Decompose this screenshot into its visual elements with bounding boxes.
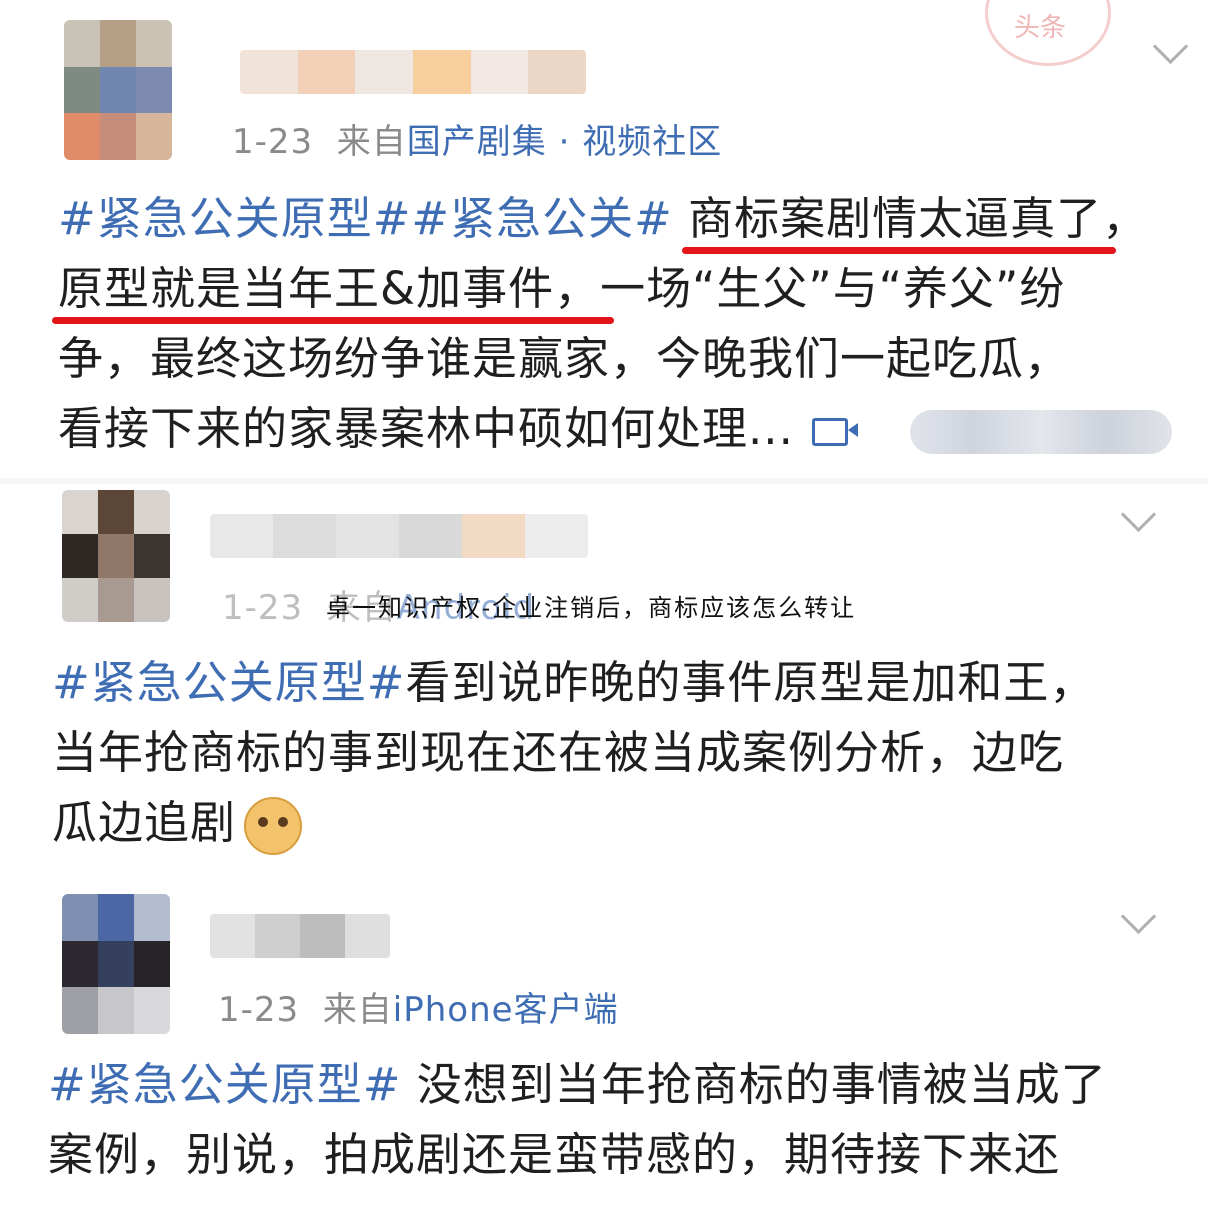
post-card-2: 1-23 来自Android #紧急公关原型#看到说昨晚的事件原型是加和王， 当… <box>0 484 1208 884</box>
post-meta: 1-23 来自国产剧集 · 视频社区 <box>232 114 722 163</box>
text-punct: ， <box>1102 192 1149 245</box>
text-line: 没想到当年抢商标的事情被当成了 <box>401 1058 1107 1111</box>
chevron-down-icon[interactable] <box>1120 496 1157 533</box>
text-line: 当年抢商标的事到现在还在被当成案例分析，边吃 <box>52 726 1065 779</box>
avatar[interactable] <box>62 894 170 1034</box>
chevron-down-icon[interactable] <box>1152 28 1189 65</box>
username-blurred[interactable] <box>240 50 586 94</box>
avatar[interactable] <box>64 20 172 160</box>
video-camera-icon[interactable] <box>811 418 858 446</box>
post-source[interactable]: 国产剧集 · 视频社区 <box>407 122 722 162</box>
underlined-text: 商标案剧情太逼真了 <box>682 184 1117 254</box>
chevron-down-icon[interactable] <box>1120 898 1157 935</box>
hashtag[interactable]: #紧急公关原型##紧急公关# <box>58 192 673 245</box>
text-line: 瓜边追剧 <box>52 796 237 849</box>
username-blurred[interactable] <box>210 914 390 958</box>
text-line: 争，最终这场纷争谁是赢家，今晚我们一起吃瓜， <box>58 332 1071 385</box>
watermark-text: 卓一知识产权-企业注销后，商标应该怎么转让 <box>326 594 857 622</box>
post-card-1: 头条 1-23 来自国产剧集 · 视频社区 #紧急公关原型##紧急公关# 商标案… <box>0 0 1208 478</box>
text-line: 看接下来的家暴案林中硕如何处理... <box>58 402 794 455</box>
post-card-3: 1-23 来自iPhone客户端 #紧急公关原型# 没想到当年抢商标的事情被当成… <box>0 884 1208 1208</box>
avatar[interactable] <box>62 490 170 622</box>
post-text: #紧急公关原型# 没想到当年抢商标的事情被当成了 案例，别说，拍成剧还是蛮带感的… <box>48 1050 1107 1190</box>
hashtag[interactable]: #紧急公关原型# <box>52 656 405 709</box>
post-date: 1-23 <box>232 122 314 162</box>
post-from: 来自 <box>336 122 407 162</box>
post-source[interactable]: iPhone客户端 <box>393 990 619 1030</box>
post-date: 1-23 <box>218 990 300 1030</box>
doge-emoji-icon <box>244 797 303 855</box>
post-date: 1-23 <box>222 588 304 628</box>
post-text: #紧急公关原型#看到说昨晚的事件原型是加和王， 当年抢商标的事到现在还在被当成案… <box>52 648 1095 858</box>
post-meta: 1-23 来自iPhone客户端 <box>218 982 619 1031</box>
post-from: 来自 <box>322 990 393 1030</box>
video-link-blurred[interactable] <box>910 410 1172 454</box>
text-line: 看到说昨晚的事件原型是加和王， <box>405 656 1096 709</box>
text-line: 一场“生父”与“养父”纷 <box>600 262 1066 315</box>
username-blurred[interactable] <box>210 514 588 558</box>
text-line: 案例，别说，拍成剧还是蛮带感的，期待接下来还 <box>48 1128 1061 1181</box>
stamp-logo: 头条 <box>985 0 1111 66</box>
stamp-text: 头条 <box>1014 13 1067 43</box>
underlined-text: 原型就是当年王&加事件， <box>51 254 615 324</box>
hashtag[interactable]: #紧急公关原型# <box>48 1058 401 1111</box>
